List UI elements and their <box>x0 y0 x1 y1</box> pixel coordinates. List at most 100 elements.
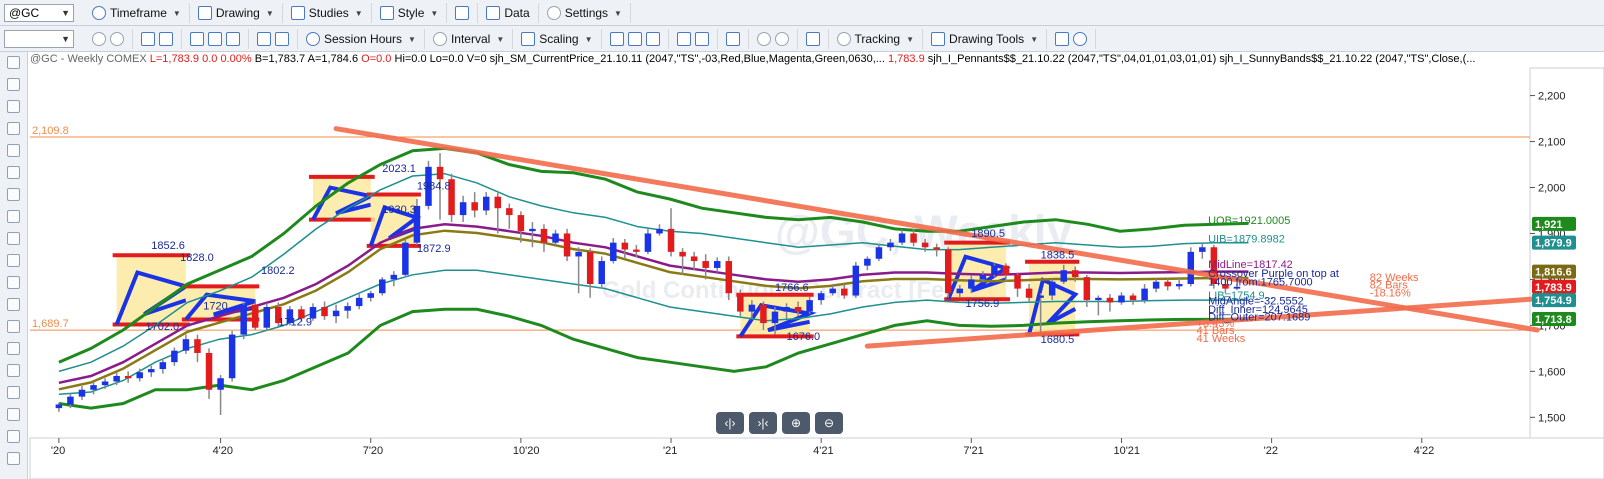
candle-body[interactable] <box>1106 297 1114 303</box>
candle-body[interactable] <box>956 288 964 294</box>
candle-body[interactable] <box>598 261 605 285</box>
candle-body[interactable] <box>1014 274 1021 289</box>
candle-body[interactable] <box>228 334 236 379</box>
candle-body[interactable] <box>101 381 109 386</box>
candle-body[interactable] <box>55 404 63 409</box>
candle-body[interactable] <box>494 196 502 209</box>
candle-body[interactable] <box>171 350 178 363</box>
candle-body[interactable] <box>725 261 733 294</box>
candle-body[interactable] <box>552 233 559 243</box>
candle-body[interactable] <box>1199 247 1206 252</box>
candle-body[interactable] <box>979 274 987 280</box>
candle-body[interactable] <box>124 375 132 379</box>
candle-body[interactable] <box>240 304 247 335</box>
candle-body[interactable] <box>1129 295 1137 301</box>
candle-body[interactable] <box>991 265 998 275</box>
candle-body[interactable] <box>529 228 536 232</box>
price-chart[interactable]: @GC, WeeklyGold Continuous Contract [Feb… <box>0 0 1604 479</box>
candle-body[interactable] <box>817 293 825 301</box>
candle-body[interactable] <box>702 261 709 268</box>
candle-body[interactable] <box>148 369 155 373</box>
candle-body[interactable] <box>794 307 802 312</box>
candle-body[interactable] <box>1037 295 1044 298</box>
candle-body[interactable] <box>251 304 259 328</box>
candle-body[interactable] <box>864 258 871 266</box>
candle-body[interactable] <box>355 297 363 307</box>
candle-body[interactable] <box>379 279 386 294</box>
candle-body[interactable] <box>610 242 617 262</box>
candle-body[interactable] <box>540 228 548 243</box>
candle-body[interactable] <box>1164 281 1171 287</box>
price-axis[interactable] <box>1529 67 1604 439</box>
candle-body[interactable] <box>482 196 490 211</box>
candle-body[interactable] <box>321 307 328 317</box>
candle-body[interactable] <box>182 339 190 351</box>
candle-body[interactable] <box>78 389 86 397</box>
candle-body[interactable] <box>402 242 409 275</box>
candle-body[interactable] <box>748 304 756 312</box>
candle-body[interactable] <box>1152 281 1160 289</box>
candle-body[interactable] <box>367 293 374 298</box>
candle-body[interactable] <box>829 288 836 294</box>
candle-body[interactable] <box>390 274 398 280</box>
candle-body[interactable] <box>471 202 478 211</box>
candle-body[interactable] <box>332 310 340 317</box>
candle-body[interactable] <box>436 166 444 180</box>
candle-body[interactable] <box>898 233 906 243</box>
candle-body[interactable] <box>887 242 894 248</box>
candle-body[interactable] <box>159 362 167 370</box>
candle-body[interactable] <box>1048 281 1056 296</box>
candle-body[interactable] <box>841 288 848 296</box>
candle-body[interactable] <box>1095 297 1102 301</box>
candle-body[interactable] <box>506 208 513 216</box>
candle-body[interactable] <box>933 247 940 250</box>
candle-body[interactable] <box>806 300 813 312</box>
candle-body[interactable] <box>783 307 790 312</box>
candle-body[interactable] <box>679 251 686 257</box>
candle-body[interactable] <box>968 279 975 289</box>
zoom-in-button[interactable]: ⊕ <box>782 412 810 434</box>
candle-body[interactable] <box>633 249 640 252</box>
compress-bars-button[interactable]: ‹|› <box>716 412 744 434</box>
candle-body[interactable] <box>459 202 467 216</box>
candle-body[interactable] <box>217 378 224 390</box>
candle-body[interactable] <box>875 247 883 259</box>
candle-body[interactable] <box>67 396 74 405</box>
candle-body[interactable] <box>1072 270 1079 278</box>
candle-body[interactable] <box>737 293 744 312</box>
candle-body[interactable] <box>205 352 213 390</box>
study-sunnybands[interactable]: sjh_I_SunnyBands$$_21.10.22 (2047,"TS",C… <box>1219 53 1475 65</box>
candle-body[interactable] <box>667 228 675 252</box>
candle-body[interactable] <box>656 228 663 234</box>
zoom-out-button[interactable]: ⊖ <box>815 412 843 434</box>
candle-body[interactable] <box>90 385 97 390</box>
candle-body[interactable] <box>1118 295 1125 303</box>
candle-body[interactable] <box>136 372 143 379</box>
expand-bars-button[interactable]: ›|‹ <box>749 412 777 434</box>
candle-body[interactable] <box>921 242 929 248</box>
candle-body[interactable] <box>563 233 571 257</box>
candle-body[interactable] <box>517 215 525 232</box>
candle-body[interactable] <box>760 304 767 324</box>
candle-body[interactable] <box>713 261 721 268</box>
candle-body[interactable] <box>852 265 860 296</box>
candle-body[interactable] <box>621 242 629 250</box>
candle-body[interactable] <box>690 256 698 262</box>
candle-body[interactable] <box>194 339 201 353</box>
candle-body[interactable] <box>113 375 120 382</box>
candle-body[interactable] <box>644 233 652 252</box>
candle-body[interactable] <box>575 251 582 257</box>
candle-body[interactable] <box>1141 288 1148 301</box>
candle-body[interactable] <box>1083 277 1091 301</box>
candle-body[interactable] <box>1025 288 1033 298</box>
candle-body[interactable] <box>771 311 779 324</box>
candle-body[interactable] <box>1060 270 1067 282</box>
study-current-price[interactable]: sjh_SM_CurrentPrice_21.10.11 (2047,"TS",… <box>490 53 885 65</box>
candle-body[interactable] <box>344 306 351 311</box>
candle-body[interactable] <box>1175 284 1183 287</box>
candle-body[interactable] <box>910 233 917 243</box>
candle-body[interactable] <box>1002 265 1010 275</box>
candle-body[interactable] <box>586 251 594 285</box>
candle-body[interactable] <box>263 307 271 328</box>
candle-body[interactable] <box>1187 251 1195 285</box>
